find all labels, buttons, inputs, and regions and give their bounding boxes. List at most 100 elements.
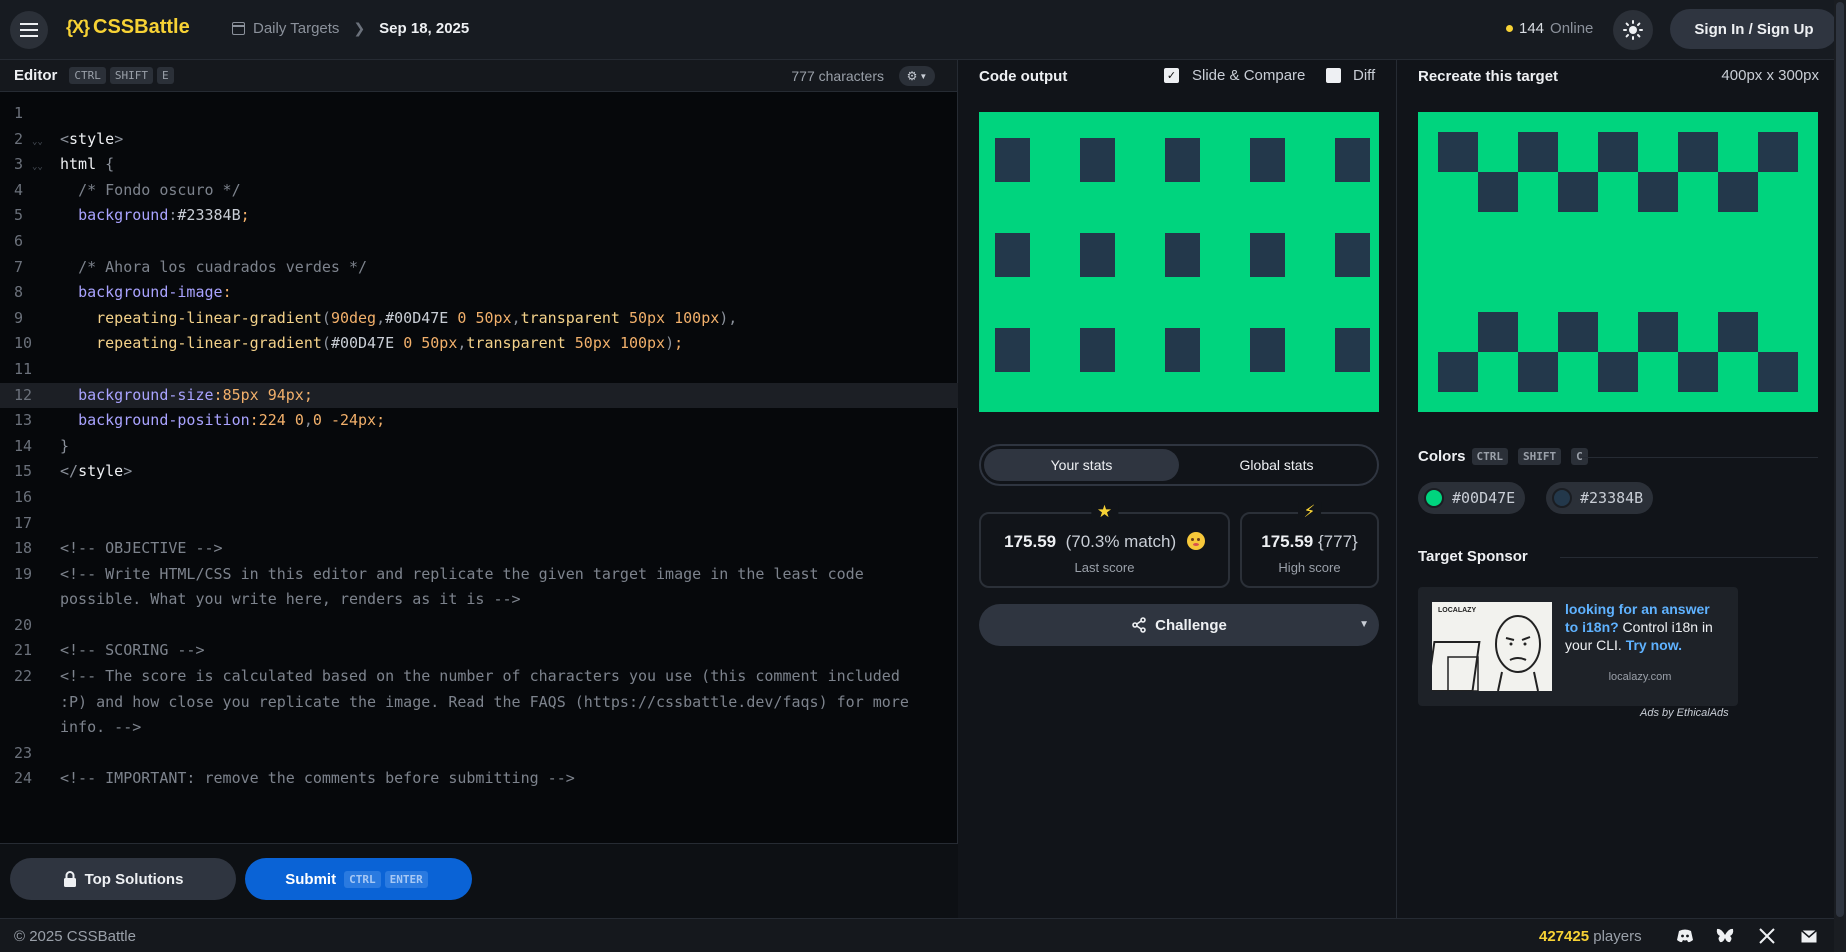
x-icon[interactable] [1758, 928, 1776, 944]
line-number: 13 [14, 411, 33, 430]
code-text: <style> [60, 129, 124, 148]
code-line: 17 [0, 511, 958, 537]
colors-heading: Colors CTRLSHIFTC [1418, 448, 1592, 465]
sponsor-heading: Target Sponsor [1418, 548, 1528, 565]
ad-illustration [1432, 615, 1541, 691]
output-block [1080, 138, 1115, 182]
line-number: 4 [14, 180, 24, 199]
last-score-value: 175.59 [1004, 532, 1057, 551]
target-image[interactable] [1418, 112, 1818, 412]
line-number: 5 [14, 206, 24, 225]
code-line: 5 background:#23384B; [0, 203, 958, 229]
top-bar: {X} CSSBattle Daily Targets ❯ Sep 18, 20… [0, 0, 1846, 60]
line-number: 21 [14, 641, 33, 660]
target-title: Recreate this target [1418, 67, 1559, 85]
discord-icon[interactable] [1676, 928, 1694, 944]
shortcut-key: ENTER [384, 871, 428, 888]
copyright: © 2025 CSSBattle [14, 928, 136, 945]
code-line: 18 <!-- OBJECTIVE --> [0, 536, 958, 562]
line-number: 7 [14, 257, 24, 276]
breadcrumb-date: Sep 18, 2025 [379, 20, 470, 37]
code-text: <!-- The score is calculated based on th… [60, 667, 918, 737]
menu-button[interactable] [10, 11, 48, 49]
challenge-button[interactable]: Challenge ▼ [979, 604, 1379, 646]
shortcut-key: SHIFT [1518, 448, 1562, 465]
players-label: players [1593, 928, 1642, 945]
code-text: /* Fondo oscuro */ [60, 180, 241, 199]
chevron-right-icon: ❯ [353, 20, 366, 36]
code-text: <!-- SCORING --> [60, 641, 205, 660]
slide-compare-checkbox[interactable]: ✓ [1164, 68, 1179, 83]
divider [1580, 457, 1818, 458]
ad-domain: localazy.com [1608, 671, 1672, 683]
caret-down-icon[interactable]: ▼ [1359, 619, 1369, 630]
code-line: 14} [0, 434, 958, 460]
ad-image: LOCALAZY [1432, 602, 1552, 691]
editor-title: Editor [14, 67, 58, 84]
color-hex: #23384B [1580, 489, 1644, 507]
high-score-card: ⚡ 175.59 {777} High score [1240, 502, 1379, 588]
code-line: 21 <!-- SCORING --> [0, 638, 958, 664]
target-square [1438, 352, 1478, 392]
output-block [1165, 138, 1200, 182]
ad-cta[interactable]: Try now. [1626, 637, 1682, 653]
page-scrollbar[interactable] [1834, 0, 1846, 952]
shortcut-key: SHIFT [109, 67, 153, 84]
last-score-match: (70.3% match) [1065, 532, 1177, 551]
code-output-preview[interactable] [979, 112, 1379, 412]
character-count: 777 characters [791, 68, 884, 84]
tab-your-stats[interactable]: Your stats [984, 449, 1179, 481]
output-block [1080, 233, 1115, 277]
hamburger-icon [20, 23, 38, 37]
top-solutions-button[interactable]: Top Solutions [10, 858, 236, 900]
color-chip[interactable]: #23384B [1546, 482, 1654, 514]
diff-checkbox[interactable] [1326, 68, 1341, 83]
color-swatch [1424, 488, 1444, 508]
tab-global-stats[interactable]: Global stats [1179, 449, 1374, 481]
last-score: 175.59 (70.3% match) [981, 532, 1228, 552]
logo-text: CSSBattle [93, 16, 190, 38]
target-dimensions: 400px x 300px [1721, 67, 1819, 84]
target-square [1518, 352, 1558, 392]
players-number: 427425 [1539, 928, 1590, 945]
line-number: 20 [14, 615, 33, 634]
code-text: /* Ahora los cuadrados verdes */ [60, 257, 368, 276]
editor-panel: Editor CTRL SHIFT E 777 characters ⚙ ▼ 1… [0, 60, 958, 918]
stats-tabs: Your stats Global stats [979, 444, 1379, 486]
ads-by-link[interactable]: Ads by EthicalAds [1640, 707, 1729, 719]
ad-copy: looking for an answer to i18n? Control i… [1565, 600, 1725, 654]
high-score-caption: High score [1278, 560, 1341, 575]
output-block [1250, 138, 1285, 182]
code-editor[interactable]: 1 2 ⌄⌄ <style> 3 ⌄⌄ html { 4 /* Fondo oscuro… [0, 101, 958, 792]
mail-icon[interactable] [1800, 928, 1818, 944]
output-block [1335, 233, 1370, 277]
high-score-value: 175.59 [1261, 532, 1314, 551]
output-block [1165, 328, 1200, 372]
online-dot-icon [1506, 25, 1513, 32]
color-chip[interactable]: #00D47E [1418, 482, 1526, 514]
bluesky-icon[interactable] [1716, 928, 1734, 944]
logo[interactable]: {X} CSSBattle [66, 16, 190, 39]
sign-in-button[interactable]: Sign In / Sign Up [1670, 9, 1838, 49]
sponsor-ad[interactable]: LOCALAZY looking for an answer to i18n? … [1418, 587, 1738, 706]
code-text: background:#23384B; [78, 206, 250, 225]
output-panel: Code output ✓ Slide & Compare Diff Your … [959, 60, 1397, 918]
target-square [1598, 352, 1638, 392]
target-panel: Recreate this target 400px x 300px Color… [1398, 60, 1846, 918]
theme-toggle-button[interactable] [1613, 10, 1653, 50]
scrollbar-thumb[interactable] [1836, 2, 1844, 917]
diff-label: Diff [1353, 67, 1376, 84]
editor-settings-button[interactable]: ⚙ ▼ [899, 66, 935, 86]
code-text: background-image: [78, 283, 232, 302]
code-text: background-position:224 0,0 -24px; [78, 411, 386, 430]
output-header: Code output ✓ Slide & Compare Diff [959, 60, 1396, 92]
code-text: <!-- OBJECTIVE --> [60, 539, 223, 558]
submit-button[interactable]: Submit CTRL ENTER [245, 858, 472, 900]
code-line: 4 /* Fondo oscuro */ [0, 178, 958, 204]
target-square [1438, 132, 1478, 172]
star-icon: ★ [1090, 502, 1119, 522]
breadcrumb-daily-targets[interactable]: Daily Targets [253, 20, 339, 37]
